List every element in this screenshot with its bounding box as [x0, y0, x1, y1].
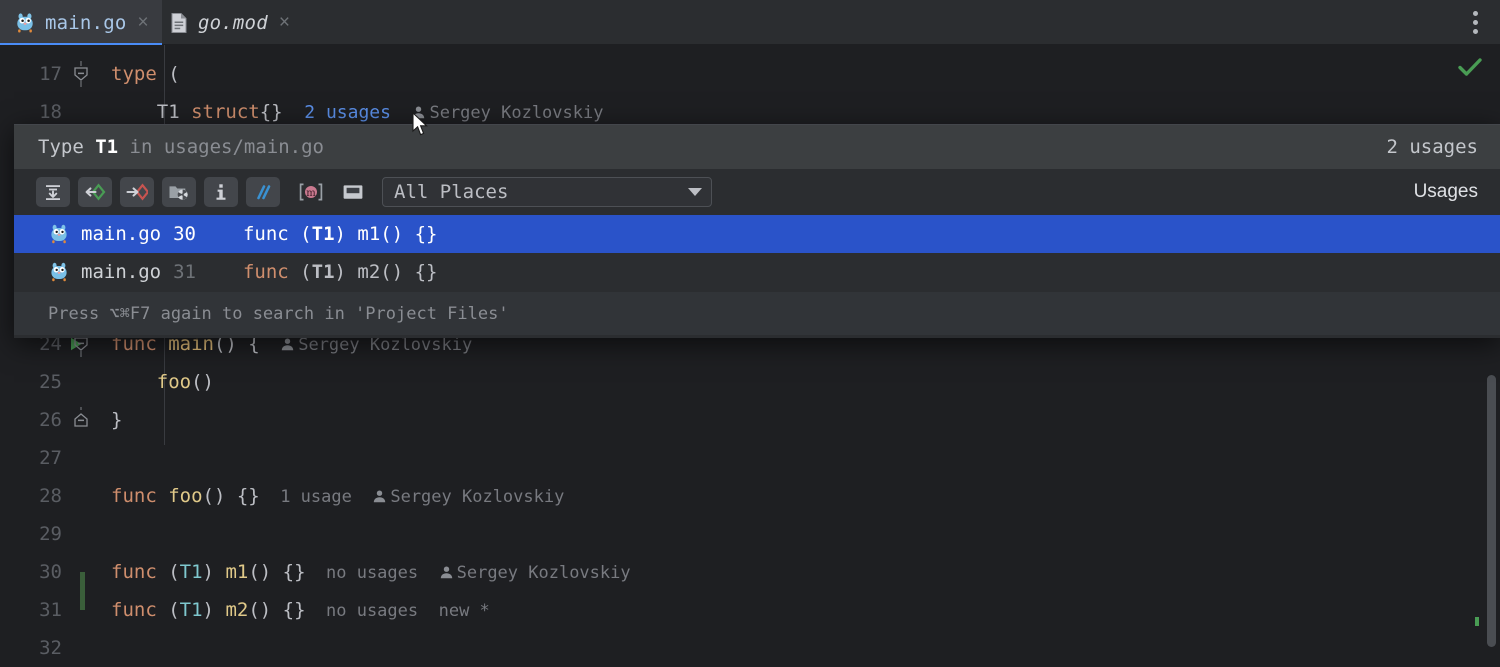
line-number: 31	[39, 599, 62, 621]
code-text: foo()	[156, 371, 214, 393]
next-occurrence-icon[interactable]	[120, 177, 154, 207]
line-number: 29	[39, 523, 62, 545]
gutter-markers[interactable]	[62, 439, 102, 477]
code-line[interactable]: 26}	[0, 401, 1500, 439]
expand-all-icon[interactable]	[36, 177, 70, 207]
find-usages-popup[interactable]: Type T1 in usages/main.go 2 usages m All…	[14, 124, 1500, 338]
tab-label: go.mod	[198, 11, 268, 34]
tab-close-icon[interactable]: ×	[137, 13, 148, 32]
line-number: 30	[39, 561, 62, 583]
fold-collapse-start-icon[interactable]	[72, 61, 92, 87]
tab-go-mod[interactable]: go.mod ×	[155, 0, 303, 45]
editor-tab-bar: main.go × go.mod ×	[0, 0, 1500, 45]
more-options-icon[interactable]	[1461, 8, 1489, 36]
scope-dropdown-value: All Places	[394, 181, 509, 203]
file-document-icon	[169, 12, 189, 34]
popup-header: Type T1 in usages/main.go 2 usages	[14, 125, 1500, 169]
group-by-file-structure-icon[interactable]	[162, 177, 196, 207]
code-text: type (	[111, 63, 180, 85]
fold-collapse-end-icon[interactable]	[72, 407, 92, 431]
usage-code-snippet: func (T1) m1() {}	[242, 223, 438, 245]
line-number: 25	[39, 371, 62, 393]
scrollbar-change-marker	[1475, 617, 1479, 626]
code-text: func (T1) m1() {} no usages Sergey Kozlo…	[111, 561, 631, 583]
popup-toolbar: m All Places Usages	[14, 169, 1500, 215]
code-line[interactable]: 28 func foo() {} 1 usage Sergey Kozlovski…	[0, 477, 1500, 515]
line-number: 26	[39, 409, 62, 431]
popup-toolbar-right-label: Usages	[1413, 181, 1478, 202]
popup-title: Type T1 in usages/main.go	[38, 136, 324, 158]
code-line[interactable]: 31 func (T1) m2() {} no usages new *	[0, 591, 1500, 629]
usage-result-row[interactable]: main.go 30 func (T1) m1() {}	[14, 215, 1500, 253]
go-gopher-icon	[48, 261, 70, 283]
usage-file-name: main.go	[81, 261, 162, 283]
popup-title-kind: Type	[38, 136, 96, 158]
show-import-statements-icon[interactable]	[246, 177, 280, 207]
svg-text:m: m	[306, 188, 316, 199]
code-line[interactable]: 30 func (T1) m1() {} no usages Sergey Koz…	[0, 553, 1500, 591]
code-line[interactable]: 32	[0, 629, 1500, 667]
vcs-change-marker[interactable]	[80, 572, 85, 610]
popup-title-symbol: T1	[95, 136, 119, 158]
line-number: 28	[39, 485, 62, 507]
usage-code-snippet: func (T1) m2() {}	[242, 261, 438, 283]
gutter-markers[interactable]	[62, 515, 102, 553]
code-line[interactable]: 17 type (	[0, 55, 1500, 93]
line-number: 17	[39, 63, 62, 85]
chevron-down-icon	[688, 188, 702, 196]
merge-usages-icon[interactable]: m	[294, 177, 328, 207]
code-line[interactable]: 25 foo()	[0, 363, 1500, 401]
gutter-markers[interactable]	[62, 55, 102, 93]
editor-scrollbar-thumb[interactable]	[1487, 375, 1496, 647]
tab-close-icon[interactable]: ×	[279, 13, 290, 32]
usage-file-name: main.go	[81, 223, 162, 245]
popup-usage-count: 2 usages	[1386, 136, 1478, 158]
code-text: T1 struct{} 2 usages Sergey Kozlovskiy	[111, 101, 604, 123]
inspection-ok-checkmark[interactable]	[1457, 56, 1483, 82]
line-number: 27	[39, 447, 62, 469]
gutter-markers[interactable]	[62, 629, 102, 667]
usage-line-number: 30	[173, 223, 196, 245]
code-line[interactable]: 27	[0, 439, 1500, 477]
usage-result-row[interactable]: main.go 31 func (T1) m2() {}	[14, 253, 1500, 291]
gutter-markers[interactable]	[62, 401, 102, 439]
usage-results-list[interactable]: main.go 30 func (T1) m1() {} main.go 31 func …	[14, 215, 1500, 291]
gutter-markers[interactable]	[62, 477, 102, 515]
tab-label: main.go	[45, 11, 127, 34]
gutter-markers[interactable]	[62, 363, 102, 401]
usage-line-number: 31	[173, 261, 196, 283]
code-text: }	[111, 409, 123, 431]
mouse-cursor	[412, 111, 430, 142]
code-text: func (T1) m2() {} no usages new *	[111, 599, 490, 621]
code-text: func foo() {} 1 usage Sergey Kozlovskiy	[111, 485, 565, 507]
code-line[interactable]: 29	[0, 515, 1500, 553]
go-gopher-icon	[14, 12, 36, 34]
line-number: 18	[39, 101, 62, 123]
popup-title-location: in usages/main.go	[118, 136, 324, 158]
line-number: 32	[39, 637, 62, 659]
go-gopher-icon	[48, 223, 70, 245]
previous-occurrence-icon[interactable]	[78, 177, 112, 207]
open-in-tool-window-icon[interactable]	[336, 177, 370, 207]
scope-dropdown[interactable]: All Places	[382, 177, 712, 207]
tab-main-go[interactable]: main.go ×	[0, 0, 162, 45]
popup-footer-hint: Press ⌥⌘F7 again to search in 'Project F…	[14, 291, 1500, 335]
show-read-write-info-icon[interactable]	[204, 177, 238, 207]
